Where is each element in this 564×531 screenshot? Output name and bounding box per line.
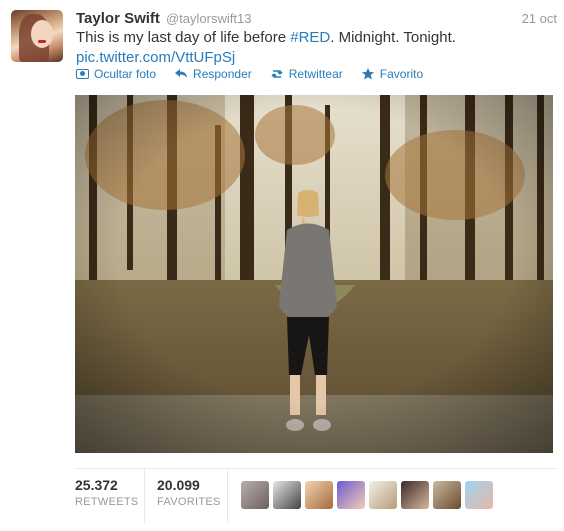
tweet-stats: 25.372 RETWEETS 20.099 FAVORITES — [75, 468, 557, 523]
author-name[interactable]: Taylor Swift — [76, 10, 160, 27]
favorite-button[interactable]: Favorito — [361, 67, 423, 81]
retweets-stat[interactable]: 25.372 RETWEETS — [75, 477, 139, 508]
avatar-face — [31, 20, 53, 48]
hashtag-link[interactable]: #RED — [290, 29, 330, 46]
photo-icon — [76, 69, 89, 79]
retweets-label: RETWEETS — [75, 496, 139, 508]
favoriter-avatar[interactable] — [401, 481, 429, 509]
retweet-icon — [271, 70, 283, 78]
tweet-text: This is my last day of life before #RED.… — [76, 28, 546, 68]
stats-divider — [227, 469, 228, 523]
favoriter-avatar[interactable] — [337, 481, 365, 509]
tweet-text-part: This is my last day of life before — [76, 29, 291, 46]
favoriter-avatar[interactable] — [305, 481, 333, 509]
avatar-lips — [38, 40, 46, 43]
hide-photo-label: Ocultar foto — [94, 67, 157, 81]
retweet-button[interactable]: Retwittear — [270, 67, 343, 81]
favorites-stat[interactable]: 20.099 FAVORITES — [157, 477, 221, 508]
stats-divider — [144, 469, 145, 523]
star-icon — [361, 68, 374, 80]
author-handle[interactable]: @taylorswift13 — [166, 11, 251, 26]
tweet-photo-scene — [75, 95, 553, 453]
tweet-actions: Ocultar foto Responder Retwittear Favori… — [76, 67, 441, 81]
favorites-count: 20.099 — [157, 477, 200, 493]
favoriter-avatar[interactable] — [273, 481, 301, 509]
reply-button[interactable]: Responder — [174, 67, 252, 81]
favoriters-avatars — [241, 481, 497, 509]
reply-icon — [175, 69, 188, 78]
author-avatar[interactable] — [11, 10, 63, 62]
favorites-label: FAVORITES — [157, 496, 221, 508]
favoriter-avatar[interactable] — [465, 481, 493, 509]
favoriter-avatar[interactable] — [369, 481, 397, 509]
favoriter-avatar[interactable] — [241, 481, 269, 509]
retweets-count: 25.372 — [75, 477, 118, 493]
hide-photo-button[interactable]: Ocultar foto — [76, 67, 156, 81]
favoriter-avatar[interactable] — [433, 481, 461, 509]
media-link[interactable]: pic.twitter.com/VttUFpSj — [76, 49, 235, 66]
favorite-label: Favorito — [379, 67, 424, 81]
retweet-label: Retwittear — [288, 67, 343, 81]
tweet-date[interactable]: 21 oct — [522, 11, 557, 26]
tweet-photo[interactable] — [75, 95, 553, 453]
reply-label: Responder — [193, 67, 252, 81]
tweet-text-part: . Midnight. Tonight. — [330, 29, 456, 46]
